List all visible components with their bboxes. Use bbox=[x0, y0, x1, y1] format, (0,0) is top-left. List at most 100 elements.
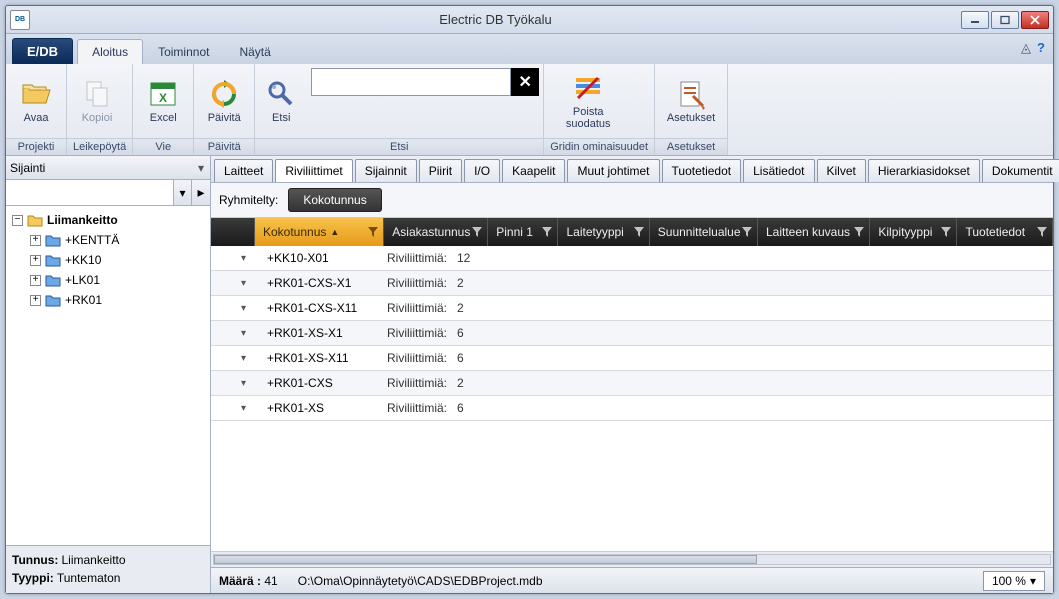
paivita-button[interactable]: Päivitä bbox=[198, 68, 250, 134]
filter-icon[interactable] bbox=[940, 226, 952, 238]
ribbon-group-asetukset: Asetukset Asetukset bbox=[655, 64, 728, 155]
expand-row-icon[interactable]: ▾ bbox=[241, 403, 257, 414]
expand-icon[interactable]: + bbox=[30, 295, 41, 306]
horizontal-scrollbar[interactable] bbox=[211, 551, 1053, 567]
app-icon: DB bbox=[10, 10, 30, 30]
excel-icon: X bbox=[147, 78, 179, 110]
sidebar-filter-input[interactable] bbox=[6, 180, 174, 205]
group-row[interactable]: ▾+RK01-CXS-X11Riviliittimiä:2 bbox=[211, 296, 1053, 321]
content: LaitteetRiviliittimetSijainnitPiiritI/OK… bbox=[211, 156, 1053, 593]
group-row[interactable]: ▾+RK01-XS-X11Riviliittimiä:6 bbox=[211, 346, 1053, 371]
zoom-control[interactable]: 100 %▾ bbox=[983, 571, 1045, 591]
ribbon-group-label: Asetukset bbox=[655, 138, 727, 155]
minimize-button[interactable] bbox=[961, 11, 989, 29]
expand-icon[interactable]: + bbox=[30, 235, 41, 246]
column-header[interactable]: Asiakastunnus bbox=[384, 218, 488, 246]
ribbon-group-label: Projekti bbox=[6, 138, 66, 155]
row-selector-header[interactable] bbox=[211, 218, 255, 246]
content-tab[interactable]: Muut johtimet bbox=[567, 159, 659, 182]
expand-row-icon[interactable]: ▾ bbox=[241, 328, 257, 339]
expand-row-icon[interactable]: ▾ bbox=[241, 353, 257, 364]
filter-icon[interactable] bbox=[853, 226, 865, 238]
titlebar: DB Electric DB Työkalu bbox=[6, 6, 1053, 34]
ribbon-tab-nayta[interactable]: Näytä bbox=[224, 39, 285, 64]
column-header[interactable]: Laitetyyppi bbox=[558, 218, 649, 246]
column-header[interactable]: Tuotetiedot bbox=[957, 218, 1053, 246]
asetukset-button[interactable]: Asetukset bbox=[659, 68, 723, 134]
data-grid[interactable]: ▾+KK10-X01Riviliittimiä:12▾+RK01-CXS-X1R… bbox=[211, 246, 1053, 551]
folder-icon bbox=[45, 273, 61, 287]
filter-icon[interactable] bbox=[471, 226, 483, 238]
sort-asc-icon: ▲ bbox=[330, 227, 339, 237]
help-icon[interactable]: ? bbox=[1037, 40, 1045, 56]
group-row[interactable]: ▾+RK01-XS-X1Riviliittimiä:6 bbox=[211, 321, 1053, 346]
clear-filter-icon bbox=[572, 72, 604, 104]
sidebar-filter-go[interactable]: ▸ bbox=[192, 180, 210, 205]
expand-row-icon[interactable]: ▾ bbox=[241, 303, 257, 314]
ribbon-tab-aloitus[interactable]: Aloitus bbox=[77, 39, 143, 64]
column-header[interactable]: Pinni 1 bbox=[488, 218, 558, 246]
expand-icon[interactable]: + bbox=[30, 275, 41, 286]
group-row[interactable]: ▾+KK10-X01Riviliittimiä:12 bbox=[211, 246, 1053, 271]
column-header[interactable]: Kilpityyppi bbox=[870, 218, 957, 246]
content-tab[interactable]: Lisätiedot bbox=[743, 159, 814, 182]
content-tab[interactable]: Hierarkiasidokset bbox=[868, 159, 980, 182]
content-tab[interactable]: Kaapelit bbox=[502, 159, 565, 182]
sidebar-info: Tunnus: Liimankeitto Tyyppi: Tuntematon bbox=[6, 545, 210, 593]
content-tab[interactable]: Kilvet bbox=[817, 159, 866, 182]
filter-icon[interactable] bbox=[367, 226, 379, 238]
ribbon-group-label: Päivitä bbox=[194, 138, 254, 155]
sidebar-mode-select[interactable]: Sijainti bbox=[6, 156, 192, 179]
content-tab[interactable]: Dokumentit bbox=[982, 159, 1059, 182]
ribbon-group-label: Gridin ominaisuudet bbox=[544, 138, 654, 155]
ribbon-group-vie: X Excel Vie bbox=[133, 64, 194, 155]
ribbon-collapse-icon[interactable]: ◬ bbox=[1021, 40, 1031, 56]
expand-row-icon[interactable]: ▾ bbox=[241, 253, 257, 264]
expand-icon[interactable]: + bbox=[30, 255, 41, 266]
group-row[interactable]: ▾+RK01-CXS-X1Riviliittimiä:2 bbox=[211, 271, 1053, 296]
search-icon bbox=[265, 78, 297, 110]
content-tab[interactable]: Riviliittimet bbox=[275, 159, 352, 182]
filter-icon[interactable] bbox=[1036, 226, 1048, 238]
sidebar-filter-dropdown[interactable]: ▾ bbox=[174, 180, 192, 205]
column-header[interactable]: Suunnittelualue bbox=[650, 218, 758, 246]
tree-node[interactable]: ++KK10 bbox=[28, 250, 206, 270]
filter-icon[interactable] bbox=[633, 226, 645, 238]
tree-node[interactable]: ++KENTTÄ bbox=[28, 230, 206, 250]
content-tab[interactable]: Piirit bbox=[419, 159, 462, 182]
ribbon-tabstrip: E/DB Aloitus Toiminnot Näytä ◬ ? bbox=[6, 34, 1053, 64]
app-menu-button[interactable]: E/DB bbox=[12, 38, 73, 64]
collapse-icon[interactable]: − bbox=[12, 215, 23, 226]
excel-button[interactable]: X Excel bbox=[137, 68, 189, 134]
search-input[interactable] bbox=[311, 68, 511, 96]
content-tabstrip: LaitteetRiviliittimetSijainnitPiiritI/OK… bbox=[211, 156, 1053, 183]
group-row[interactable]: ▾+RK01-XSRiviliittimiä:6 bbox=[211, 396, 1053, 421]
expand-row-icon[interactable]: ▾ bbox=[241, 278, 257, 289]
expand-row-icon[interactable]: ▾ bbox=[241, 378, 257, 389]
ribbon-group-label: Vie bbox=[133, 138, 193, 155]
close-button[interactable] bbox=[1021, 11, 1049, 29]
maximize-button[interactable] bbox=[991, 11, 1019, 29]
tree-node[interactable]: ++LK01 bbox=[28, 270, 206, 290]
group-row[interactable]: ▾+RK01-CXSRiviliittimiä:2 bbox=[211, 371, 1053, 396]
copy-icon bbox=[81, 78, 113, 110]
ribbon-tab-toiminnot[interactable]: Toiminnot bbox=[143, 39, 224, 64]
group-chip[interactable]: Kokotunnus bbox=[288, 188, 381, 212]
app-window: DB Electric DB Työkalu E/DB Aloitus Toim… bbox=[5, 5, 1054, 594]
column-header[interactable]: Laitteen kuvaus bbox=[758, 218, 870, 246]
etsi-button[interactable]: Etsi bbox=[259, 68, 303, 134]
content-tab[interactable]: Tuotetiedot bbox=[662, 159, 742, 182]
poista-suodatus-button[interactable]: Poista suodatus bbox=[548, 68, 628, 134]
avaa-button[interactable]: Avaa bbox=[10, 68, 62, 134]
content-tab[interactable]: Sijainnit bbox=[355, 159, 417, 182]
clear-search-button[interactable]: ✕ bbox=[511, 68, 539, 96]
tree-node[interactable]: ++RK01 bbox=[28, 290, 206, 310]
filter-icon[interactable] bbox=[541, 226, 553, 238]
content-tab[interactable]: Laitteet bbox=[214, 159, 273, 182]
tree-root[interactable]: − Liimankeitto bbox=[10, 210, 206, 230]
filter-icon[interactable] bbox=[741, 226, 753, 238]
column-header[interactable]: Kokotunnus▲ bbox=[255, 218, 384, 246]
content-tab[interactable]: I/O bbox=[464, 159, 500, 182]
open-folder-icon bbox=[20, 78, 52, 110]
ribbon-group-grid: Poista suodatus Gridin ominaisuudet bbox=[544, 64, 655, 155]
